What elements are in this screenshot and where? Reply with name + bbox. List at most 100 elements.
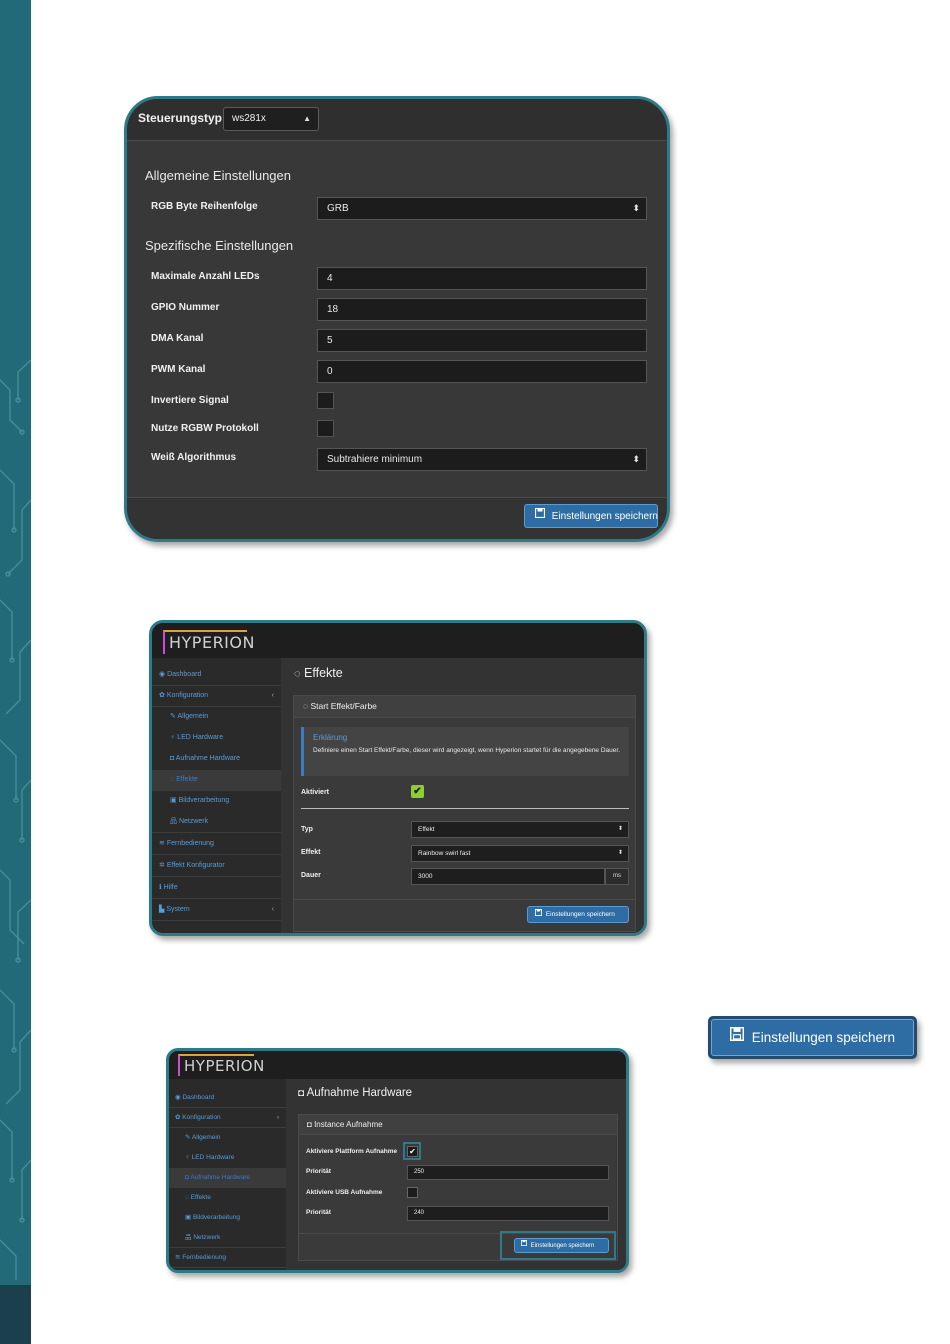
top-navbar: HYPERION (152, 623, 644, 658)
info-icon: ℹ (159, 884, 162, 891)
hyperion-logo: HYPERION (178, 1054, 264, 1076)
white-algo-label: Weiß Algorithmus (151, 452, 236, 463)
save-button[interactable]: Einstellungen speichern (527, 906, 629, 923)
sidebar-item-label: Effekt Konfigurator (166, 862, 225, 869)
rgb-order-select[interactable]: GRB ⬍ (317, 197, 647, 220)
save-button[interactable]: Einstellungen speichern (711, 1019, 914, 1056)
callout-title: Erklärung (313, 733, 348, 742)
wifi-icon: ≋ (159, 840, 165, 847)
logo-text: HYPERION (169, 633, 255, 652)
sidebar-item-led-hardware[interactable]: ♀ LED Hardware (152, 728, 281, 749)
sidebar-item-label: Fernbedienung (166, 840, 214, 847)
chevron-left-icon: ‹ (271, 692, 274, 699)
effect-select[interactable]: Rainbow swirl fast ⬍ (411, 845, 629, 862)
sidebar-item-allgemein[interactable]: ✎ Allgemein (152, 707, 281, 728)
sidebar-item-aufnahme-hardware[interactable]: ◘ Aufnahme Hardware (169, 1168, 286, 1188)
sidebar-item-label: Bildverarbeitung (178, 797, 230, 804)
priority2-input[interactable]: 240 (407, 1206, 609, 1221)
bulb-icon: ♀ (170, 734, 176, 741)
duration-input[interactable]: 3000 (411, 868, 605, 885)
chevron-left-icon: ‹ (271, 906, 274, 913)
rgbw-checkbox[interactable] (317, 420, 334, 437)
spinner-icon: ◌ (170, 776, 175, 783)
type-select[interactable]: Effekt ⬍ (411, 821, 629, 838)
wifi-icon: ≋ (175, 1254, 181, 1261)
gear-icon: ✿ (159, 692, 165, 699)
sidebar-item-label: Fernbedienung (182, 1254, 226, 1261)
sidebar-item-effekt-konfigurator[interactable]: ✲ Effekt Konfigurator (152, 855, 281, 877)
pwm-input[interactable]: 0 (317, 360, 647, 383)
sidebar-item-fernbedienung[interactable]: ≋ Fernbedienung (152, 833, 281, 855)
sidebar-item-effekte[interactable]: ◌ Effekte (169, 1188, 286, 1208)
sidebar-nav: ◉ Dashboard ✿ Konfiguration ‹ ✎ Allgemein… (169, 1079, 286, 1270)
circuit-pattern-icon (0, 359, 31, 1280)
rgb-order-value: GRB (327, 203, 349, 214)
box-title: Instance Aufnahme (314, 1120, 383, 1129)
floppy-icon (534, 907, 543, 922)
max-leds-input[interactable]: 4 (317, 267, 647, 290)
invert-signal-checkbox[interactable] (317, 392, 334, 409)
page-title-text: Aufnahme Hardware (306, 1087, 413, 1099)
platform-capture-checkbox[interactable]: ✔ (407, 1146, 418, 1157)
dma-input[interactable]: 5 (317, 329, 647, 352)
top-navbar: HYPERION (169, 1051, 626, 1079)
max-leds-label: Maximale Anzahl LEDs (151, 271, 260, 282)
sidebar-item-led-hardware[interactable]: ♀ LED Hardware (169, 1148, 286, 1168)
sidebar-item-label: Aufnahme Hardware (190, 1174, 251, 1181)
sidebar-item-label: Aufnahme Hardware (175, 755, 240, 762)
sidebar-item-konfiguration[interactable]: ✿ Konfiguration ‹ (152, 686, 281, 707)
effect-select-value: Rainbow swirl fast (418, 850, 471, 857)
priority1-input[interactable]: 250 (407, 1165, 609, 1180)
sidebar-item-label: Bildverarbeitung (192, 1214, 240, 1221)
controller-select-value: ws281x (232, 113, 266, 124)
save-button[interactable]: Einstellungen speichern (524, 504, 658, 528)
sidebar-item-system[interactable]: ▙ System ‹ (152, 899, 281, 921)
sidebar-item-label: Netzwerk (193, 1234, 221, 1241)
usb-capture-checkbox[interactable] (407, 1187, 418, 1198)
sidebar-item-label: LED Hardware (191, 1154, 235, 1161)
save-button-label: Einstellungen speichern (551, 510, 658, 522)
camera-icon: ◘ (185, 1174, 189, 1181)
panel-footer: Einstellungen speichern (127, 497, 667, 539)
image-icon: ▣ (170, 797, 177, 804)
logo-text: HYPERION (184, 1057, 265, 1075)
hyperion-logo: HYPERION (163, 630, 254, 654)
white-algo-select[interactable]: Subtrahiere minimum ⬍ (317, 448, 647, 471)
side-strip-footer (0, 1285, 31, 1344)
instance-capture-box: ◘ Instance Aufnahme Aktiviere Plattform … (298, 1114, 618, 1261)
image-icon: ▣ (185, 1214, 192, 1221)
sidebar-item-dashboard[interactable]: ◉ Dashboard (169, 1088, 286, 1108)
sidebar-item-allgemein[interactable]: ✎ Allgemein (169, 1128, 286, 1148)
sidebar-item-bildverarbeitung[interactable]: ▣ Bildverarbeitung (152, 791, 281, 812)
sidebar-item-konfiguration[interactable]: ✿ Konfiguration ‹ (169, 1108, 286, 1128)
divider (301, 808, 629, 809)
general-settings-title: Allgemeine Einstellungen (145, 168, 291, 183)
dma-label: DMA Kanal (151, 333, 204, 344)
decorative-side-strip (0, 0, 31, 1344)
controller-label: Steuerungstyp: (138, 111, 227, 125)
sidebar-item-dashboard[interactable]: ◉ Dashboard (152, 665, 281, 686)
sidebar-item-aufnahme-hardware[interactable]: ◘ Aufnahme Hardware (152, 749, 281, 770)
sidebar-item-fernbedienung[interactable]: ≋ Fernbedienung (169, 1248, 286, 1268)
sidebar-item-netzwerk[interactable]: 品 Netzwerk (152, 812, 281, 833)
controller-select[interactable]: ws281x ▲ (223, 107, 319, 131)
sidebar-item-label: Konfiguration (166, 692, 209, 699)
sidebar-item-netzwerk[interactable]: 品 Netzwerk (169, 1228, 286, 1248)
sidebar-item-hilfe[interactable]: ℹ Hilfe (152, 877, 281, 899)
type-label: Typ (301, 826, 313, 833)
sidebar-item-effekte[interactable]: ◌ Effekte (152, 770, 281, 791)
save-button-label: Einstellungen speichern (751, 1030, 896, 1045)
gpio-input[interactable]: 18 (317, 298, 647, 321)
camera-icon: ◘ (307, 1120, 312, 1129)
camera-icon: ◘ (298, 1088, 305, 1099)
enabled-checkbox[interactable]: ✔ (411, 785, 424, 798)
select-arrows-icon: ⬍ (632, 203, 640, 213)
camera-icon: ◘ (170, 755, 175, 762)
save-button-label: Einstellungen speichern (530, 1243, 595, 1250)
floppy-icon (729, 1019, 745, 1054)
spinner-icon: ◌ (185, 1194, 189, 1201)
sidebar-item-bildverarbeitung[interactable]: ▣ Bildverarbeitung (169, 1208, 286, 1228)
page-title: ◘ Aufnahme Hardware (298, 1087, 412, 1099)
save-button[interactable]: Einstellungen speichern (514, 1238, 609, 1253)
sidebar-item-label: LED Hardware (177, 734, 224, 741)
